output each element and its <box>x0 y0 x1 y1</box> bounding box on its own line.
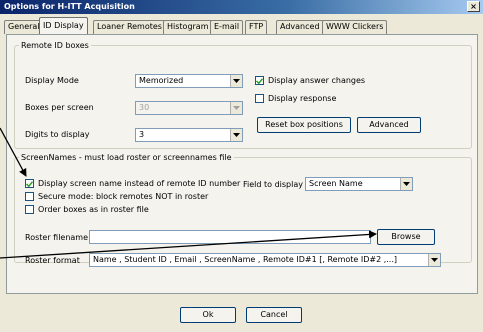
advanced-button[interactable]: Advanced <box>357 117 421 133</box>
checkbox-box[interactable] <box>25 179 34 188</box>
tab-advanced[interactable]: Advanced <box>276 20 324 34</box>
field-to-display-value: Screen Name <box>309 179 363 188</box>
tab-www-clickers[interactable]: WWW Clickers <box>322 20 388 34</box>
digits-to-display-value: 3 <box>139 130 145 139</box>
order-boxes-checkbox[interactable]: Order boxes as in roster file <box>25 205 149 214</box>
options-dialog: Options for H-ITT Acquisition × General … <box>0 0 483 332</box>
checkbox-box[interactable] <box>255 94 264 103</box>
remote-id-group: Remote ID boxes Display Mode Memorized B… <box>14 41 472 149</box>
close-button[interactable]: × <box>467 1 480 12</box>
tab-loaner-remotes[interactable]: Loaner Remotes <box>93 20 166 34</box>
display-screen-name-label: Display screen name instead of remote ID… <box>38 179 241 188</box>
digits-to-display-label: Digits to display <box>25 130 90 139</box>
field-to-display-select[interactable]: Screen Name <box>305 177 413 191</box>
checkbox-box[interactable] <box>25 205 34 214</box>
field-to-display-label: Field to display <box>243 180 303 189</box>
secure-mode-label: Secure mode: block remotes NOT in roster <box>38 192 209 201</box>
digits-to-display-select[interactable]: 3 <box>135 128 243 142</box>
browse-button[interactable]: Browse <box>377 229 435 245</box>
roster-format-select[interactable]: Name , Student ID , Email , ScreenName ,… <box>89 253 441 267</box>
roster-format-label: Roster format <box>25 256 80 265</box>
title-bar[interactable]: Options for H-ITT Acquisition × <box>0 0 483 14</box>
secure-mode-checkbox[interactable]: Secure mode: block remotes NOT in roster <box>25 192 208 201</box>
tab-histogram[interactable]: Histogram <box>163 20 213 34</box>
tab-general[interactable]: General <box>4 20 44 34</box>
display-answer-changes-checkbox[interactable]: Display answer changes <box>255 76 365 85</box>
chevron-down-icon[interactable] <box>400 178 412 190</box>
boxes-per-screen-label: Boxes per screen <box>25 103 94 112</box>
chevron-down-icon[interactable] <box>230 102 242 114</box>
ok-button[interactable]: Ok <box>180 307 236 323</box>
screennames-group: ScreenNames - must load roster or screen… <box>14 153 472 267</box>
checkbox-box[interactable] <box>255 76 264 85</box>
roster-filename-label: Roster filename <box>25 233 89 242</box>
cancel-button[interactable]: Cancel <box>246 307 302 323</box>
roster-format-value: Name , Student ID , Email , ScreenName ,… <box>93 255 398 264</box>
reset-box-positions-button[interactable]: Reset box positions <box>257 117 351 133</box>
tab-panel: Remote ID boxes Display Mode Memorized B… <box>6 34 478 294</box>
display-mode-select[interactable]: Memorized <box>135 74 243 88</box>
window-title: Options for H-ITT Acquisition <box>4 2 135 11</box>
display-screen-name-checkbox[interactable]: Display screen name instead of remote ID… <box>25 179 240 188</box>
tab-id-display[interactable]: ID Display <box>39 17 88 34</box>
display-mode-label: Display Mode <box>25 76 79 85</box>
order-boxes-label: Order boxes as in roster file <box>38 205 149 214</box>
chevron-down-icon[interactable] <box>230 75 242 87</box>
display-response-label: Display response <box>268 94 337 103</box>
remote-id-legend: Remote ID boxes <box>21 41 89 50</box>
close-icon: × <box>470 2 477 11</box>
tab-strip: General ID Display Loaner Remotes Histog… <box>4 17 478 34</box>
boxes-per-screen-select[interactable]: 30 <box>135 101 243 115</box>
checkbox-box[interactable] <box>25 192 34 201</box>
screennames-legend: ScreenNames - must load roster or screen… <box>21 153 232 162</box>
tab-ftp[interactable]: FTP <box>245 20 268 34</box>
chevron-down-icon[interactable] <box>230 129 242 141</box>
chevron-down-icon[interactable] <box>428 254 440 266</box>
boxes-per-screen-value: 30 <box>139 103 150 112</box>
tab-email[interactable]: E-mail <box>210 20 244 34</box>
roster-filename-input[interactable] <box>89 230 371 244</box>
display-answer-changes-label: Display answer changes <box>268 76 366 85</box>
display-response-checkbox[interactable]: Display response <box>255 94 336 103</box>
display-mode-value: Memorized <box>139 76 184 85</box>
